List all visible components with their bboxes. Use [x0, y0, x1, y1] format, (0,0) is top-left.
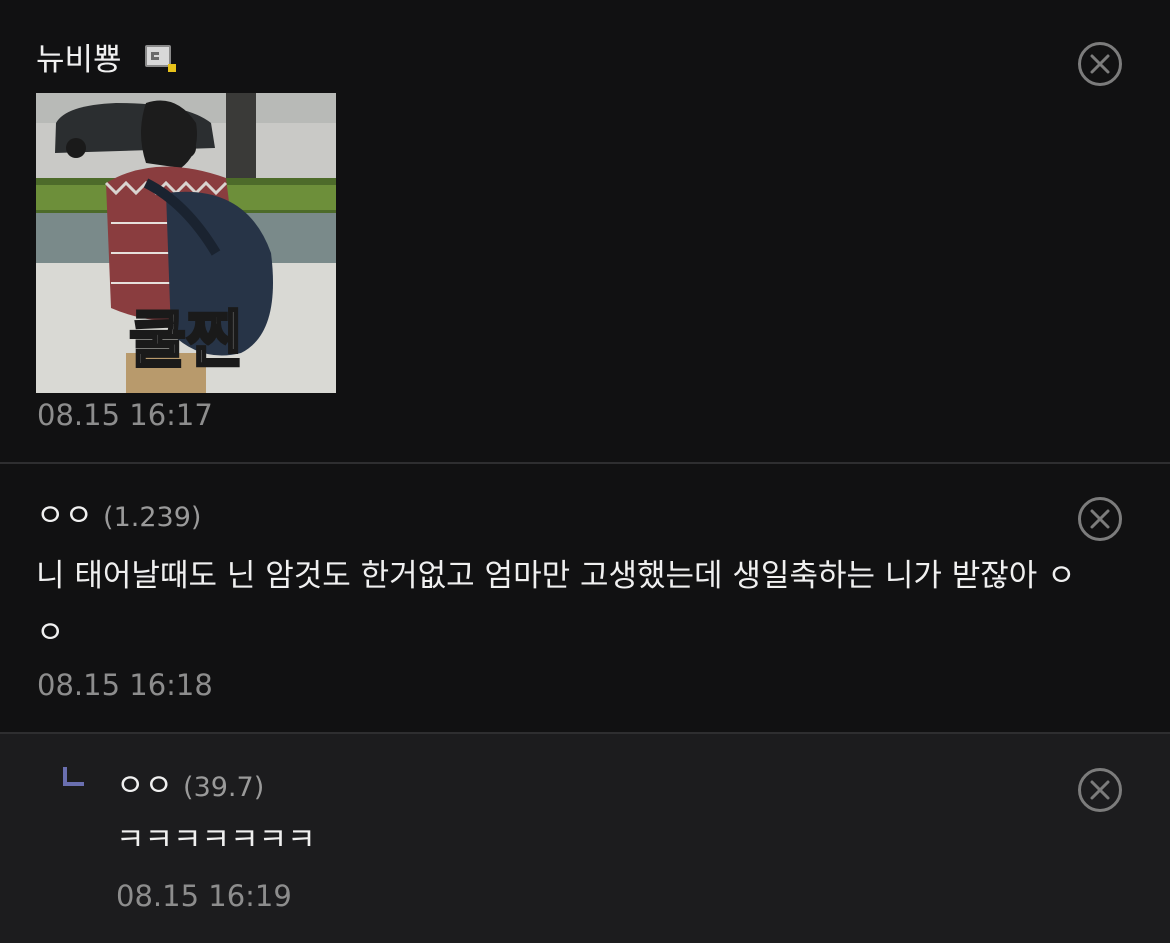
dccon-caption: 쿨찐	[129, 303, 243, 376]
comment-item: 뉴비뿅 쿨찐 08.15 16:17	[0, 0, 1170, 462]
close-icon	[1090, 509, 1110, 529]
delete-button[interactable]	[1078, 497, 1122, 541]
dccon-image: 쿨찐	[36, 93, 336, 393]
delete-button[interactable]	[1078, 42, 1122, 86]
comment-date: 08.15 16:17	[37, 398, 213, 432]
comment-nickname[interactable]: ㅇㅇ (39.7)	[116, 760, 264, 805]
comment-text: 니 태어날때도 닌 암것도 한거없고 엄마만 고생했는데 생일축하는 니가 받잖…	[36, 558, 1076, 651]
delete-button[interactable]	[1078, 768, 1122, 812]
gonic-level-icon	[143, 43, 177, 81]
ip-address: (39.7)	[183, 772, 265, 803]
comment-item: ㅇㅇ (1.239) 니 태어날때도 닌 암것도 한거없고 엄마만 고생했는데 생…	[0, 464, 1170, 732]
comment-date: 08.15 16:18	[37, 668, 213, 702]
comment-nickname[interactable]: 뉴비뿅	[36, 34, 177, 81]
comment-text: ㅋㅋㅋㅋㅋㅋㅋ	[116, 822, 316, 858]
reply-corner-icon	[63, 767, 84, 786]
close-icon	[1090, 780, 1110, 800]
ip-address: (1.239)	[103, 502, 202, 533]
close-icon	[1090, 54, 1110, 74]
comment-nickname[interactable]: ㅇㅇ (1.239)	[36, 490, 201, 535]
comment-date: 08.15 16:19	[116, 879, 292, 913]
